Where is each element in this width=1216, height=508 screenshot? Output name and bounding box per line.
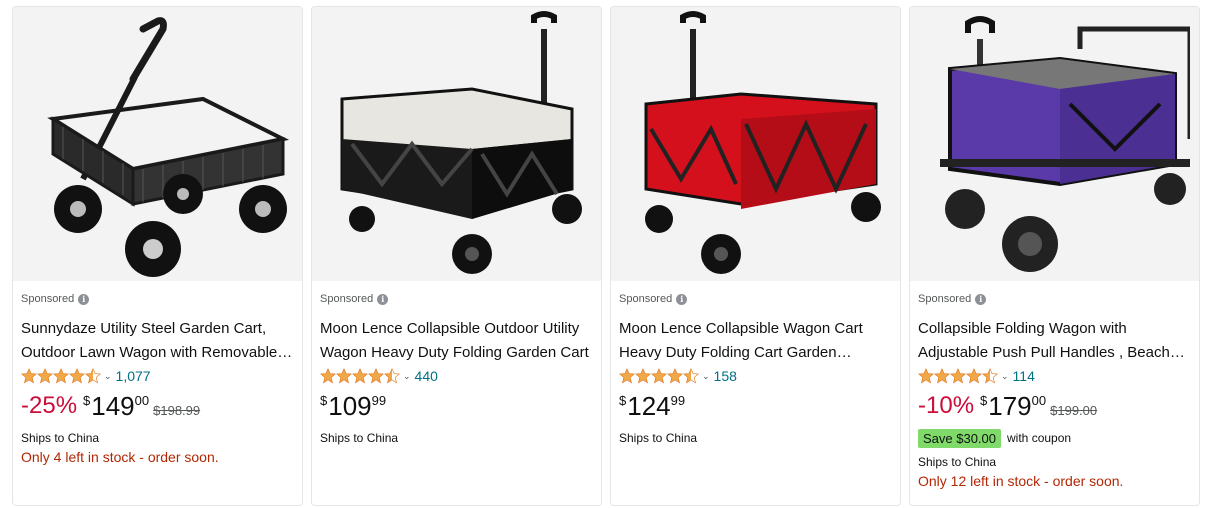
star-icon bbox=[69, 368, 85, 384]
star-icon bbox=[336, 368, 352, 384]
stock-note: Only 4 left in stock - order soon. bbox=[21, 449, 219, 465]
ships-to: Ships to China bbox=[918, 455, 997, 469]
star-icon bbox=[635, 368, 651, 384]
star-icon bbox=[320, 368, 336, 384]
review-count[interactable]: 1,077 bbox=[116, 368, 151, 384]
star-rating[interactable] bbox=[320, 368, 400, 384]
product-card[interactable]: Sponsored i Collapsible Folding Wagon wi… bbox=[909, 6, 1200, 506]
star-icon bbox=[966, 368, 982, 384]
chevron-down-icon[interactable]: ⌄ bbox=[403, 371, 411, 382]
sponsored-label[interactable]: Sponsored i bbox=[619, 291, 892, 307]
wagon-red-image bbox=[644, 11, 881, 274]
price[interactable]: $ 109 99 bbox=[320, 391, 386, 421]
sponsored-label[interactable]: Sponsored i bbox=[320, 291, 593, 307]
product-image[interactable] bbox=[910, 7, 1199, 281]
ships-to: Ships to China bbox=[320, 431, 399, 445]
star-icon bbox=[53, 368, 69, 384]
product-image[interactable] bbox=[312, 7, 601, 281]
chevron-down-icon[interactable]: ⌄ bbox=[1001, 371, 1009, 382]
star-icon bbox=[619, 368, 635, 384]
discount-percent: -10% bbox=[918, 392, 975, 419]
product-title[interactable]: Moon Lence Collapsible Wagon Cart Heavy … bbox=[619, 317, 892, 365]
list-price[interactable]: $198.99 bbox=[153, 403, 200, 418]
coupon-badge[interactable]: Save $30.00 bbox=[918, 428, 1002, 448]
info-icon[interactable]: i bbox=[975, 293, 987, 305]
half-star-icon bbox=[384, 368, 400, 384]
info-icon[interactable]: i bbox=[676, 293, 688, 305]
chevron-down-icon[interactable]: ⌄ bbox=[702, 371, 710, 382]
star-icon bbox=[667, 368, 683, 384]
product-card[interactable]: Sponsored i Moon Lence Collapsible Wagon… bbox=[610, 6, 901, 506]
info-icon[interactable]: i bbox=[377, 293, 389, 305]
sponsored-label[interactable]: Sponsored i bbox=[21, 291, 294, 307]
ships-to: Ships to China bbox=[21, 431, 100, 445]
product-card[interactable]: Sponsored i Moon Lence Collapsible Outdo… bbox=[311, 6, 602, 506]
star-rating[interactable] bbox=[918, 368, 998, 384]
review-count[interactable]: 158 bbox=[714, 368, 737, 384]
star-rating[interactable] bbox=[21, 368, 101, 384]
star-icon bbox=[352, 368, 368, 384]
star-icon bbox=[934, 368, 950, 384]
product-grid: Sponsored i Sunnydaze Utility Steel Gard… bbox=[12, 6, 1200, 506]
product-card[interactable]: Sponsored i Sunnydaze Utility Steel Gard… bbox=[12, 6, 303, 506]
review-count[interactable]: 440 bbox=[415, 368, 438, 384]
sponsored-label[interactable]: Sponsored i bbox=[918, 291, 1191, 307]
wagon-black-image bbox=[340, 11, 582, 274]
price[interactable]: $ 124 99 bbox=[619, 391, 685, 421]
half-star-icon bbox=[683, 368, 699, 384]
review-count[interactable]: 114 bbox=[1013, 368, 1035, 384]
price[interactable]: $ 149 00 bbox=[83, 391, 149, 421]
wagon-purple-image bbox=[939, 16, 1190, 272]
list-price[interactable]: $199.00 bbox=[1050, 403, 1097, 418]
star-icon bbox=[21, 368, 37, 384]
info-icon[interactable]: i bbox=[78, 293, 90, 305]
half-star-icon bbox=[85, 368, 101, 384]
product-title[interactable]: Collapsible Folding Wagon with Adjustabl… bbox=[918, 317, 1191, 365]
star-icon bbox=[37, 368, 53, 384]
star-icon bbox=[368, 368, 384, 384]
stock-note: Only 12 left in stock - order soon. bbox=[918, 473, 1124, 489]
star-icon bbox=[918, 368, 934, 384]
chevron-down-icon[interactable]: ⌄ bbox=[104, 371, 112, 382]
star-icon bbox=[651, 368, 667, 384]
price[interactable]: $ 179 00 bbox=[980, 391, 1046, 421]
garden-cart-image bbox=[46, 17, 289, 277]
coupon-text: with coupon bbox=[1007, 431, 1072, 445]
product-image[interactable] bbox=[611, 7, 900, 281]
star-rating[interactable] bbox=[619, 368, 699, 384]
product-title[interactable]: Sunnydaze Utility Steel Garden Cart, Out… bbox=[21, 317, 294, 365]
product-title[interactable]: Moon Lence Collapsible Outdoor Utility W… bbox=[320, 317, 593, 365]
star-icon bbox=[950, 368, 966, 384]
half-star-icon bbox=[982, 368, 998, 384]
ships-to: Ships to China bbox=[619, 431, 698, 445]
discount-percent: -25% bbox=[21, 392, 78, 419]
product-image[interactable] bbox=[13, 7, 302, 281]
